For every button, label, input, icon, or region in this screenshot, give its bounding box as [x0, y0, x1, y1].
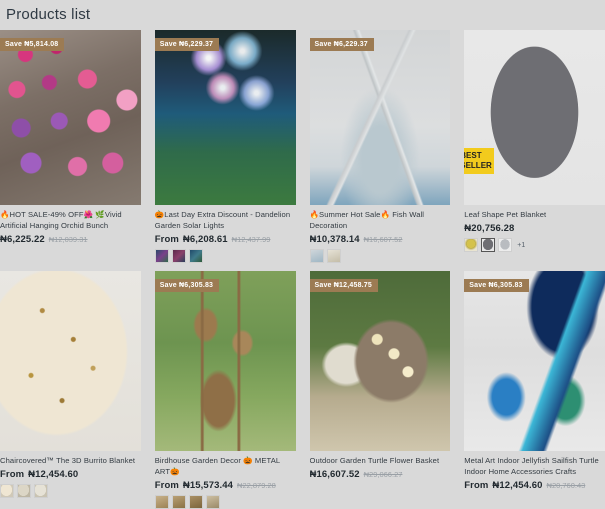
product-price-prefix: From [464, 480, 489, 491]
product-image-birdhouse-icon [154, 271, 296, 451]
product-old-price: ₦12,039.31 [48, 235, 88, 244]
price-row: From ₦12,454.60 ₦20,760.43 [464, 480, 603, 491]
product-price: ₦15,573.44 [182, 480, 234, 491]
product-card[interactable]: Save ₦6,229.37 🔥Summer Hot Sale🔥 Fish Wa… [309, 30, 451, 263]
variant-swatch[interactable] [17, 484, 31, 498]
product-card[interactable]: Save ₦6,305.83 Birdhouse Garden Decor 🎃 … [154, 271, 296, 509]
variant-swatch[interactable] [154, 249, 169, 263]
product-old-price: ₦20,760.43 [546, 481, 586, 490]
product-info: 🎃Last Day Extra Discount - Dandelion Gar… [154, 205, 296, 263]
product-image-burrito-blanket-icon [0, 271, 141, 451]
product-image[interactable] [0, 271, 141, 451]
product-card[interactable]: Save ₦5,814.08 🔥HOT SALE-49% OFF🌺 🌿Vivid… [0, 30, 141, 263]
variant-swatches: +1 [464, 238, 603, 252]
product-info: Chaircovered™ The 3D Burrito Blanket Fro… [0, 451, 141, 498]
save-badge: Save ₦6,229.37 [154, 38, 220, 51]
product-old-price: ₦16,607.52 [363, 235, 403, 244]
product-title[interactable]: Birdhouse Garden Decor 🎃 METAL ART🎃 [155, 455, 294, 477]
product-image[interactable]: Save ₦6,229.37 [154, 30, 296, 205]
variant-swatch[interactable] [326, 249, 341, 263]
save-badge: Save ₦6,229.37 [309, 38, 374, 51]
product-card[interactable]: Save ₦6,305.83 Metal Art Indoor Jellyfis… [464, 271, 605, 509]
product-price: ₦6,225.22 [0, 234, 45, 245]
product-image[interactable]: Save ₦6,305.83 [154, 271, 296, 451]
variant-swatch[interactable] [205, 495, 220, 509]
price-row: From ₦6,208.61 ₦12,437.99 [155, 234, 294, 245]
product-title[interactable]: Leaf Shape Pet Blanket [464, 209, 603, 220]
product-card[interactable]: Save ₦6,229.37 🎃Last Day Extra Discount … [154, 30, 296, 263]
page-title: Products list [6, 6, 91, 23]
price-row: ₦16,607.52 ₦29,066.27 [310, 469, 449, 480]
product-info: Outdoor Garden Turtle Flower Basket ₦16,… [310, 451, 451, 484]
variant-swatch[interactable] [498, 238, 513, 252]
product-image-fish-wall-icon [309, 30, 451, 205]
product-title[interactable]: Outdoor Garden Turtle Flower Basket [310, 455, 449, 466]
product-old-price: ₦22,879.28 [237, 481, 276, 490]
product-image[interactable]: BEST SELLER [464, 30, 605, 205]
product-price: ₦12,454.60 [492, 480, 543, 491]
product-image-orchid-icon [0, 30, 141, 205]
product-image-metal-art-icon [464, 271, 605, 451]
product-info: Birdhouse Garden Decor 🎃 METAL ART🎃 From… [154, 451, 296, 509]
save-badge: Save ₦6,305.83 [154, 279, 220, 292]
price-row: ₦6,225.22 ₦12,039.31 [0, 234, 139, 245]
product-title[interactable]: 🔥HOT SALE-49% OFF🌺 🌿Vivid Artificial Han… [0, 209, 139, 231]
product-image[interactable]: Save ₦12,458.75 [309, 271, 451, 451]
variant-swatch[interactable] [188, 495, 203, 509]
product-card[interactable]: BEST SELLER Leaf Shape Pet Blanket ₦20,7… [464, 30, 605, 263]
product-price-prefix: From [154, 234, 179, 245]
product-price: ₦10,378.14 [309, 234, 360, 245]
product-info: Metal Art Indoor Jellyfish Sailfish Turt… [464, 451, 605, 495]
product-old-price: ₦29,066.27 [363, 470, 403, 479]
variant-swatch[interactable] [171, 495, 186, 509]
product-price: ₦20,756.28 [464, 223, 515, 234]
product-image-solar-lights-icon [154, 30, 296, 205]
variant-swatch[interactable] [0, 484, 14, 498]
product-title[interactable]: 🔥Summer Hot Sale🔥 Fish Wall Decoration [310, 209, 449, 231]
price-row: ₦10,378.14 ₦16,607.52 [310, 234, 449, 245]
variant-swatches [309, 249, 449, 263]
variant-swatches [154, 249, 294, 263]
save-badge: Save ₦5,814.08 [0, 38, 65, 51]
variant-swatch[interactable] [188, 249, 203, 263]
save-badge: Save ₦12,458.75 [309, 279, 378, 292]
product-price: ₦16,607.52 [309, 469, 360, 480]
product-price: ₦6,208.61 [182, 234, 228, 245]
product-title[interactable]: Metal Art Indoor Jellyfish Sailfish Turt… [464, 455, 603, 477]
product-card[interactable]: Chaircovered™ The 3D Burrito Blanket Fro… [0, 271, 141, 509]
product-old-price: ₦12,437.99 [231, 235, 271, 244]
product-card[interactable]: Save ₦12,458.75 Outdoor Garden Turtle Fl… [309, 271, 451, 509]
product-info: 🔥HOT SALE-49% OFF🌺 🌿Vivid Artificial Han… [0, 205, 141, 249]
product-info: 🔥Summer Hot Sale🔥 Fish Wall Decoration ₦… [309, 205, 451, 263]
price-row: From ₦15,573.44 ₦22,879.28 [155, 480, 294, 491]
variant-swatch[interactable] [34, 484, 48, 498]
price-row: ₦20,756.28 [464, 223, 603, 234]
variant-swatch[interactable] [154, 495, 169, 509]
save-badge: Save ₦6,305.83 [464, 279, 529, 292]
variant-swatches [0, 484, 139, 498]
product-info: Leaf Shape Pet Blanket ₦20,756.28 +1 [464, 205, 605, 252]
product-image-leaf-blanket-icon [464, 30, 605, 205]
product-title[interactable]: 🎃Last Day Extra Discount - Dandelion Gar… [155, 209, 294, 231]
best-seller-badge: BEST SELLER [464, 148, 495, 174]
product-image[interactable]: Save ₦6,305.83 [464, 271, 605, 451]
variant-swatches [154, 495, 294, 509]
product-price-prefix: From [154, 480, 179, 491]
variant-swatch-selected[interactable] [481, 238, 496, 252]
product-image-turtle-basket-icon [309, 271, 451, 451]
variant-more-count[interactable]: +1 [517, 242, 525, 249]
product-title[interactable]: Chaircovered™ The 3D Burrito Blanket [0, 455, 139, 466]
variant-swatch[interactable] [464, 238, 479, 252]
product-grid: Save ₦5,814.08 🔥HOT SALE-49% OFF🌺 🌿Vivid… [0, 30, 605, 509]
product-image[interactable]: Save ₦5,814.08 [0, 30, 141, 205]
product-price: ₦12,454.60 [28, 469, 79, 480]
product-image[interactable]: Save ₦6,229.37 [309, 30, 451, 205]
price-row: From ₦12,454.60 [0, 469, 139, 480]
product-price-prefix: From [0, 469, 25, 480]
variant-swatch[interactable] [309, 249, 324, 263]
variant-swatch[interactable] [171, 249, 186, 263]
